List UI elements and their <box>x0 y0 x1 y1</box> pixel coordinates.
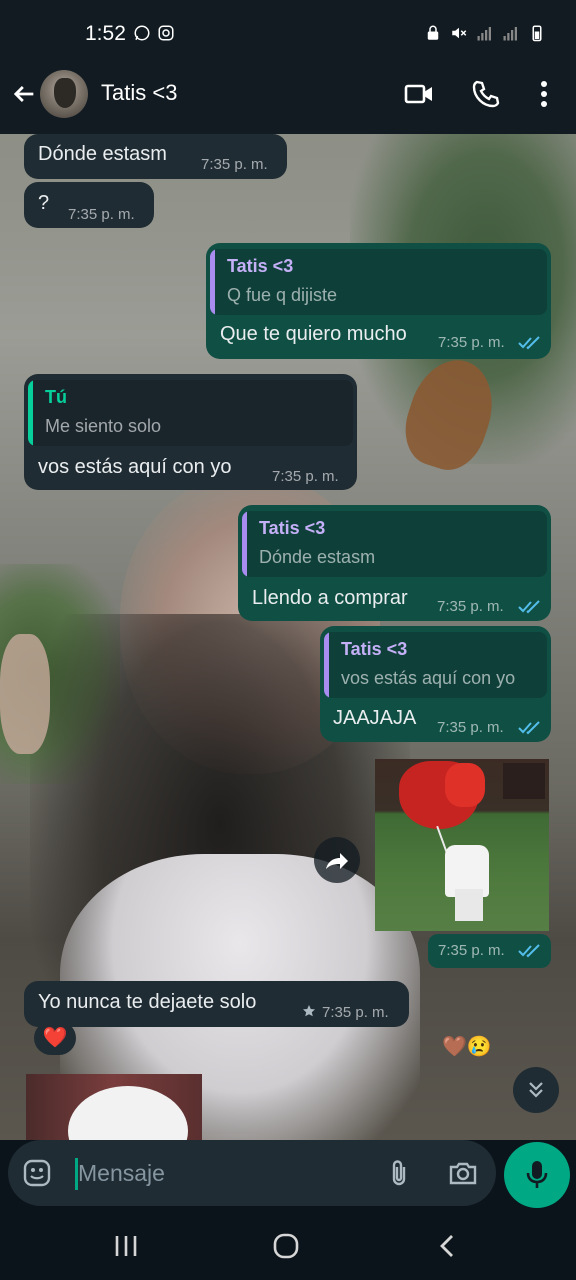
recent-apps-icon[interactable] <box>112 1232 140 1260</box>
forward-button[interactable] <box>314 837 360 883</box>
signal-icon-2 <box>503 27 517 41</box>
sticker-rock <box>503 763 545 799</box>
lock-icon <box>427 25 439 40</box>
battery-icon <box>532 25 542 42</box>
quoted-message[interactable]: Tatis <3 Q fue q dijiste <box>210 249 547 315</box>
message-text: Yo nunca te dejaete solo <box>38 991 257 1013</box>
message-text: Dónde estasm <box>38 143 167 165</box>
message-time: 7:35 p. m. <box>437 598 504 615</box>
microphone-icon <box>526 1161 548 1188</box>
nav-back-icon[interactable] <box>434 1232 462 1260</box>
message-time: 7:35 p. m. <box>322 1004 389 1021</box>
read-ticks-icon <box>518 336 540 350</box>
voice-call-icon[interactable] <box>470 78 502 110</box>
message-bubble-outgoing[interactable]: Tatis <3 Dónde estasm Llendo a comprar 7… <box>238 505 551 621</box>
message-bubble-incoming[interactable]: Dónde estasm 7:35 p. m. <box>24 134 287 179</box>
contact-avatar[interactable] <box>40 70 88 118</box>
mute-icon <box>452 27 467 39</box>
forward-icon <box>326 853 348 869</box>
message-text: JAAJAJA <box>333 707 417 729</box>
more-options-icon[interactable] <box>528 78 560 110</box>
message-time: 7:35 p. m. <box>68 206 135 223</box>
sticker-balloon-part <box>445 763 485 807</box>
status-time: 1:52 <box>85 22 126 45</box>
quote-author: Tatis <3 <box>227 256 294 276</box>
message-time: 7:35 p. m. <box>272 468 339 485</box>
message-time: 7:35 p. m. <box>201 156 268 173</box>
double-chevron-down-icon <box>529 1082 543 1098</box>
chat-header: Tatis <3 <box>0 68 576 134</box>
read-ticks-icon <box>518 600 540 614</box>
sticker-cat-body <box>455 889 483 921</box>
message-time: 7:35 p. m. <box>438 334 505 351</box>
quote-bar <box>242 511 247 577</box>
camera-icon[interactable] <box>448 1158 478 1188</box>
reaction-heart[interactable]: ❤️ <box>34 1021 76 1055</box>
sticker-time-badge: 7:35 p. m. <box>428 934 551 968</box>
scroll-to-bottom-button[interactable] <box>513 1067 559 1113</box>
quote-text: vos estás aquí con yo <box>341 668 516 688</box>
voice-message-button[interactable] <box>504 1142 570 1208</box>
status-bar: 1:52 <box>0 0 576 68</box>
video-call-icon[interactable] <box>403 78 435 110</box>
star-icon <box>303 1005 315 1017</box>
quote-bar <box>210 249 215 315</box>
message-bubble-outgoing[interactable]: Tatis <3 Q fue q dijiste Que te quiero m… <box>206 243 551 359</box>
attach-icon[interactable] <box>384 1158 414 1188</box>
quoted-message[interactable]: Tatis <3 vos estás aquí con yo <box>324 632 547 698</box>
quote-author: Tatis <3 <box>259 518 326 538</box>
message-time: 7:35 p. m. <box>437 719 504 736</box>
message-bubble-incoming[interactable]: Yo nunca te dejaete solo 7:35 p. m. <box>24 981 409 1027</box>
quote-bar <box>324 632 329 698</box>
message-bubble-incoming[interactable]: Tú Me siento solo vos estás aquí con yo … <box>24 374 357 490</box>
message-text: Que te quiero mucho <box>220 323 407 345</box>
back-arrow-icon[interactable] <box>10 80 38 108</box>
message-text: Llendo a comprar <box>252 587 408 609</box>
message-input[interactable]: Mensaje <box>8 1140 496 1206</box>
quoted-message[interactable]: Tatis <3 Dónde estasm <box>242 511 547 577</box>
quote-text: Q fue q dijiste <box>227 285 338 305</box>
sticker-emoji-icon[interactable] <box>22 1158 52 1188</box>
chat-area[interactable]: Dónde estasm 7:35 p. m. ? 7:35 p. m. Tat… <box>0 134 576 1140</box>
message-text: vos estás aquí con yo <box>38 456 232 478</box>
image-message-preview[interactable] <box>26 1074 202 1140</box>
sticker-image[interactable] <box>375 759 549 931</box>
system-nav-bar <box>0 1212 576 1280</box>
reaction-emojis[interactable]: 🤎😢 <box>442 1034 492 1059</box>
contact-name[interactable]: Tatis <3 <box>101 80 177 106</box>
quote-text: Me siento solo <box>45 416 162 436</box>
instagram-icon <box>158 25 174 41</box>
quote-text: Dónde estasm <box>259 547 376 567</box>
message-placeholder: Mensaje <box>78 1160 165 1186</box>
read-ticks-icon <box>518 721 540 735</box>
composer-bar: Mensaje <box>0 1140 576 1212</box>
message-time: 7:35 p. m. <box>438 942 505 959</box>
signal-icon <box>477 27 491 41</box>
read-ticks-icon <box>518 944 540 958</box>
quote-author: Tú <box>45 387 67 407</box>
message-bubble-incoming[interactable]: ? 7:35 p. m. <box>24 182 154 228</box>
quote-author: Tatis <3 <box>341 639 408 659</box>
home-icon[interactable] <box>272 1232 300 1260</box>
message-bubble-outgoing[interactable]: Tatis <3 vos estás aquí con yo JAAJAJA 7… <box>320 626 551 742</box>
wallpaper-hand <box>0 634 50 754</box>
quoted-message[interactable]: Tú Me siento solo <box>28 380 353 446</box>
whatsapp-icon <box>134 25 150 41</box>
quote-bar <box>28 380 33 446</box>
message-text: ? <box>38 192 50 214</box>
